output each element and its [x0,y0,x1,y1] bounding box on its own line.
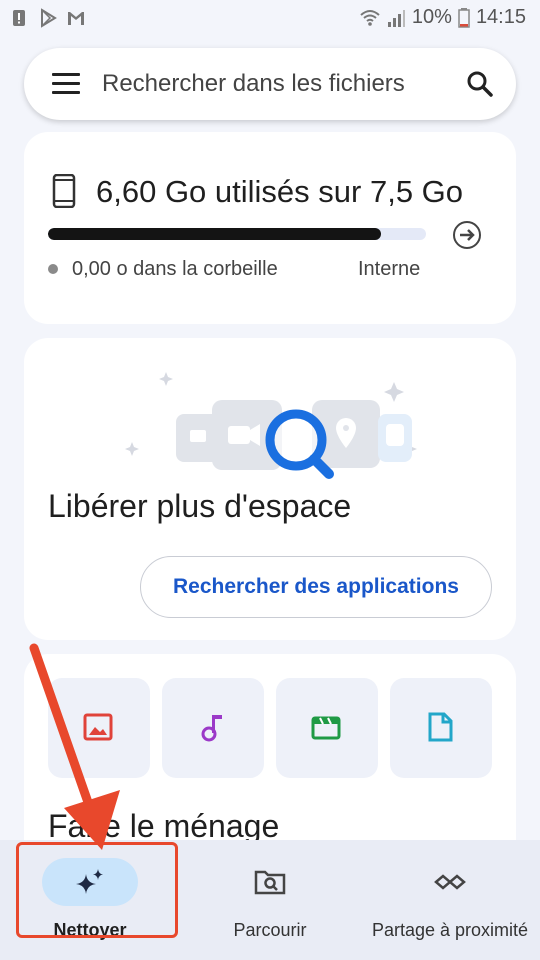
arrow-right-circle-icon[interactable] [452,220,482,250]
search-icon[interactable] [466,70,494,98]
menu-icon[interactable] [52,73,80,95]
storage-progress-fill [48,228,381,240]
alert-icon [13,10,25,26]
search-input[interactable]: Rechercher dans les fichiers [102,70,405,98]
storage-title: 6,60 Go utilisés sur 7,5 Go [96,174,464,209]
annotation-highlight-box [16,842,178,938]
gmail-icon [68,12,84,25]
search-bar[interactable]: Rechercher dans les fichiers [24,48,516,120]
status-bar: 10% 14:15 [0,0,540,38]
tile-videos[interactable] [276,678,378,778]
storage-progress-bar [48,228,426,240]
annotation-arrow [29,643,120,850]
battery-percent: 10% [411,6,452,28]
nav-item-nearby-share[interactable]: Partage à proximité [360,840,540,960]
music-icon [201,715,222,742]
find-apps-button[interactable]: Rechercher des applications [140,556,492,618]
phone-icon [52,174,76,208]
tile-documents[interactable] [390,678,492,778]
nearby-share-icon [434,874,466,890]
status-left-icons [10,8,86,28]
tile-audio[interactable] [162,678,264,778]
trash-dot [48,264,58,274]
browse-folder-icon [254,870,286,895]
free-space-illustration [125,372,417,479]
document-icon [428,712,453,742]
play-store-icon [41,8,57,28]
video-icon [311,716,341,740]
free-space-card: Libérer plus d'espace Rechercher des app… [24,338,516,640]
battery-icon [458,7,470,28]
nav-item-browse[interactable]: Parcourir [180,840,360,960]
free-space-title: Libérer plus d'espace [48,488,352,524]
status-right: 10% 14:15 [360,6,526,29]
signal-icon [387,9,405,27]
wifi-icon [360,9,380,26]
storage-location: Interne [358,258,421,280]
storage-card[interactable]: 6,60 Go utilisés sur 7,5 Go 0,00 o dans … [24,132,516,324]
clock: 14:15 [475,6,526,28]
nav-label-nearby-share: Partage à proximité [371,920,529,940]
trash-text: 0,00 o dans la corbeille [72,258,278,280]
nav-label-browse: Parcourir [233,920,307,940]
